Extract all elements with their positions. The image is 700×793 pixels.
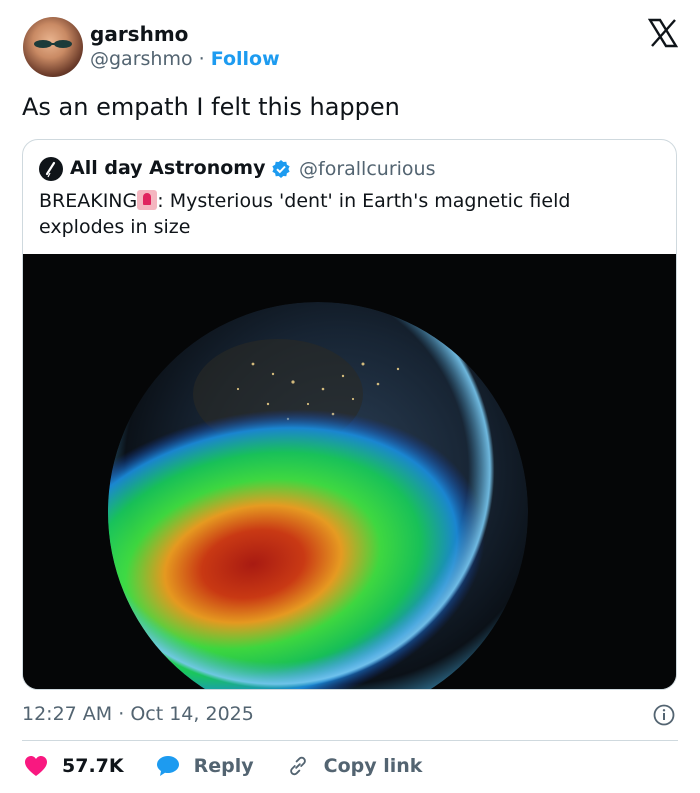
author-handle-row: @garshmo · Follow xyxy=(90,48,280,70)
quoted-display-name[interactable]: All day Astronomy xyxy=(70,157,265,179)
reply-label: Reply xyxy=(193,755,254,777)
quoted-post-card[interactable]: All day Astronomy @forallcurious BREAKIN… xyxy=(22,139,677,690)
author-avatar[interactable] xyxy=(23,17,83,77)
x-logo-icon[interactable] xyxy=(648,18,678,48)
telescope-icon xyxy=(45,161,56,178)
earth-magnetic-anomaly-image xyxy=(23,254,676,689)
author-handle[interactable]: @garshmo xyxy=(90,48,193,70)
meta-separator: · xyxy=(118,703,125,725)
avatar-sunglasses xyxy=(34,40,72,48)
like-count: 57.7K xyxy=(62,755,124,777)
copy-link-button[interactable]: Copy link xyxy=(286,755,423,777)
quoted-handle[interactable]: @forallcurious xyxy=(299,158,435,180)
handle-separator: · xyxy=(198,48,205,70)
post-timestamp[interactable]: 12:27 AM · Oct 14, 2025 xyxy=(22,703,254,725)
copy-link-label: Copy link xyxy=(323,755,423,777)
verified-badge-icon xyxy=(272,160,290,178)
post-time: 12:27 AM xyxy=(22,703,113,725)
follow-button[interactable]: Follow xyxy=(211,48,280,70)
like-button[interactable]: 57.7K xyxy=(24,755,124,777)
quoted-media-image[interactable] xyxy=(23,254,676,689)
actions-divider xyxy=(22,740,678,741)
reply-button[interactable]: Reply xyxy=(156,755,254,777)
info-icon[interactable] xyxy=(653,704,675,726)
siren-emoji-icon xyxy=(137,190,158,210)
action-bar: 57.7K Reply Copy link xyxy=(24,753,454,779)
reply-bubble-icon xyxy=(156,756,179,776)
post-text: As an empath I felt this happen xyxy=(22,93,400,121)
link-icon xyxy=(289,756,306,776)
quoted-author-avatar[interactable] xyxy=(39,157,63,181)
heart-icon xyxy=(25,756,47,776)
post-date: Oct 14, 2025 xyxy=(130,703,254,725)
author-display-name[interactable]: garshmo xyxy=(90,22,188,46)
quoted-text-prefix: BREAKING xyxy=(39,190,138,212)
quoted-text: BREAKING: Mysterious 'dent' in Earth's m… xyxy=(39,188,649,240)
